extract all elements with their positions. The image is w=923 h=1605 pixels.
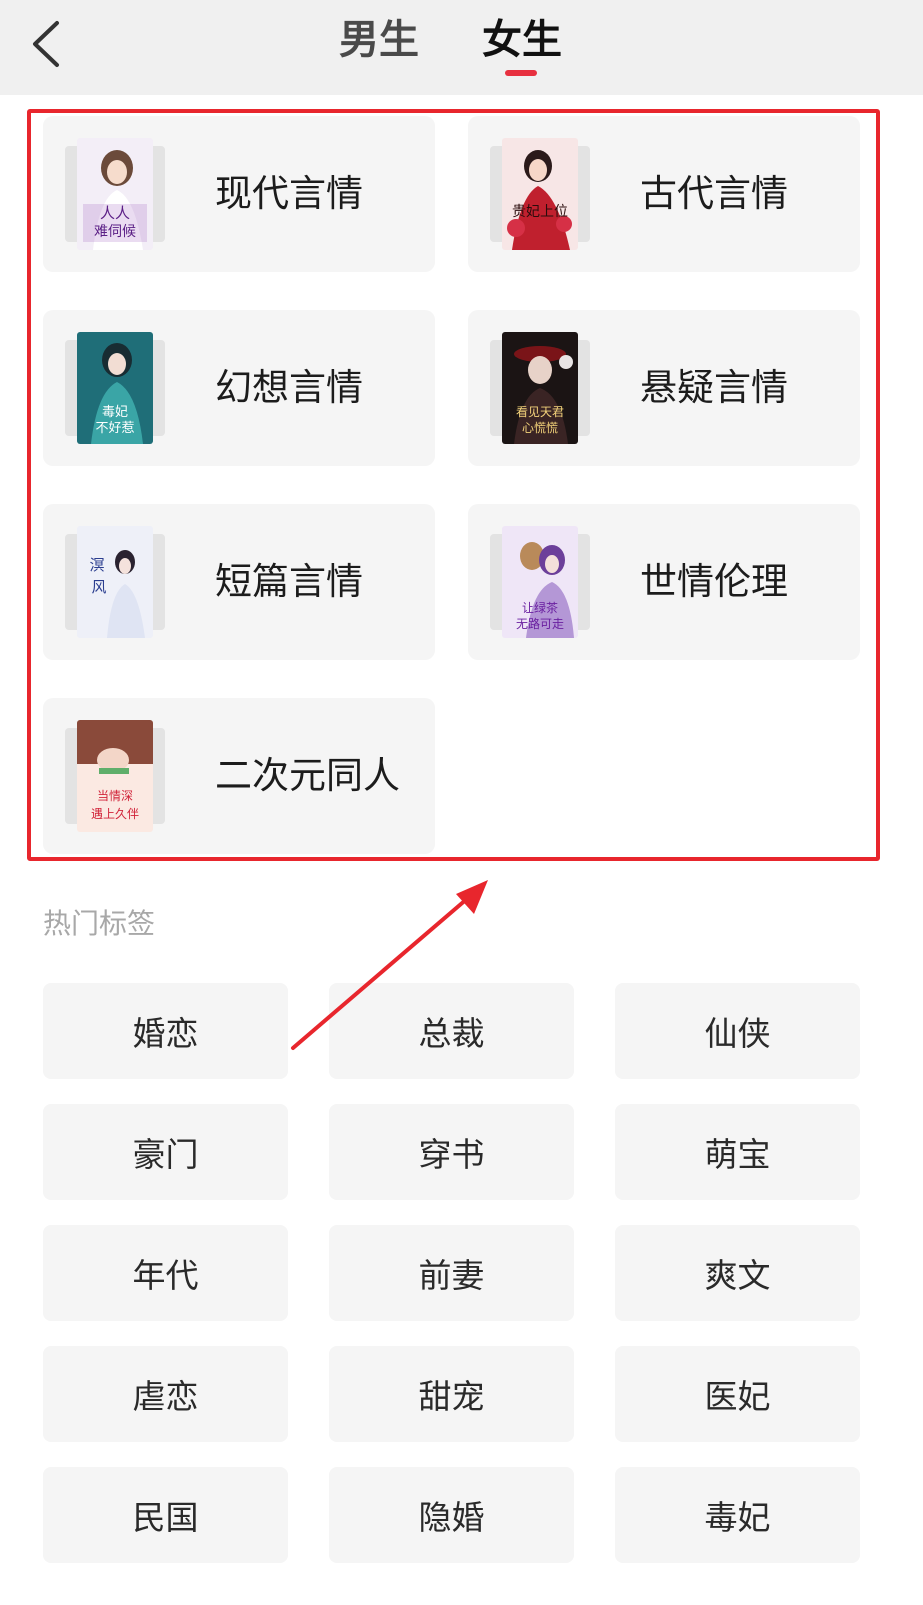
chevron-left-icon: [33, 21, 59, 67]
category-card-mystery-romance[interactable]: 看见天君 心慌慌 悬疑言情: [468, 310, 860, 466]
tag-item[interactable]: 总裁: [329, 983, 574, 1079]
svg-text:毒妃: 毒妃: [102, 405, 128, 420]
hot-tags-title: 热门标签: [43, 907, 156, 940]
svg-text:贵妃上位: 贵妃上位: [512, 204, 568, 220]
tag-item[interactable]: 萌宝: [615, 1104, 860, 1200]
tag-item[interactable]: 爽文: [615, 1225, 860, 1321]
back-button[interactable]: [18, 14, 74, 74]
category-label: 古代言情: [640, 172, 788, 215]
book-cover: 当情深 遇上久伴: [65, 720, 165, 832]
tab-female[interactable]: 女生: [482, 12, 562, 68]
tag-item[interactable]: 医妃: [615, 1346, 860, 1442]
category-label: 现代言情: [215, 172, 363, 215]
category-label: 短篇言情: [215, 560, 363, 603]
svg-text:无路可走: 无路可走: [516, 616, 564, 631]
cover-title: 人人: [100, 204, 130, 222]
svg-text:当情深: 当情深: [97, 789, 133, 803]
book-cover: 人人 难伺候: [65, 138, 165, 250]
category-card-family-ethics[interactable]: 让绿茶 无路可走 世情伦理: [468, 504, 860, 660]
book-cover: 看见天君 心慌慌: [490, 332, 590, 444]
category-card-fan-fiction[interactable]: 当情深 遇上久伴 二次元同人: [43, 698, 435, 854]
category-label: 幻想言情: [215, 366, 363, 409]
tag-item[interactable]: 年代: [43, 1225, 288, 1321]
book-cover: 贵妃上位: [490, 138, 590, 250]
svg-text:难伺候: 难伺候: [94, 224, 136, 240]
svg-text:遇上久伴: 遇上久伴: [91, 807, 139, 821]
category-label: 世情伦理: [640, 560, 788, 603]
tag-item[interactable]: 豪门: [43, 1104, 288, 1200]
cover-image: 让绿茶 无路可走: [502, 526, 578, 638]
svg-text:让绿茶: 让绿茶: [522, 600, 558, 615]
tag-item[interactable]: 甜宠: [329, 1346, 574, 1442]
cover-image: 人人 难伺候: [77, 138, 153, 250]
book-cover: 毒妃 不好惹: [65, 332, 165, 444]
svg-text:风: 风: [91, 578, 106, 596]
category-card-short-romance[interactable]: 溟 风 短篇言情: [43, 504, 435, 660]
book-cover: 溟 风: [65, 526, 165, 638]
cover-image: 当情深 遇上久伴: [77, 720, 153, 832]
top-bar: 男生 女生: [0, 0, 923, 95]
cover-image: 毒妃 不好惹: [77, 332, 153, 444]
cover-image: 看见天君 心慌慌: [502, 332, 578, 444]
svg-text:心慌慌: 心慌慌: [522, 421, 558, 435]
tag-item[interactable]: 穿书: [329, 1104, 574, 1200]
tab-active-indicator: [505, 70, 537, 76]
category-card-modern-romance[interactable]: 人人 难伺候 现代言情: [43, 116, 435, 272]
svg-text:不好惹: 不好惹: [95, 421, 134, 436]
svg-text:溟: 溟: [89, 556, 104, 574]
cover-image: 贵妃上位: [502, 138, 578, 250]
category-label: 二次元同人: [215, 754, 400, 797]
tag-item[interactable]: 隐婚: [329, 1467, 574, 1563]
tag-item[interactable]: 虐恋: [43, 1346, 288, 1442]
tab-male[interactable]: 男生: [339, 12, 419, 68]
tag-item[interactable]: 前妻: [329, 1225, 574, 1321]
tag-item[interactable]: 婚恋: [43, 983, 288, 1079]
tag-item[interactable]: 毒妃: [615, 1467, 860, 1563]
svg-text:看见天君: 看见天君: [516, 405, 564, 419]
cover-image: 溟 风: [77, 526, 153, 638]
category-card-fantasy-romance[interactable]: 毒妃 不好惹 幻想言情: [43, 310, 435, 466]
book-cover: 让绿茶 无路可走: [490, 526, 590, 638]
tag-item[interactable]: 民国: [43, 1467, 288, 1563]
tag-item[interactable]: 仙侠: [615, 983, 860, 1079]
category-card-ancient-romance[interactable]: 贵妃上位 古代言情: [468, 116, 860, 272]
category-label: 悬疑言情: [640, 366, 788, 409]
